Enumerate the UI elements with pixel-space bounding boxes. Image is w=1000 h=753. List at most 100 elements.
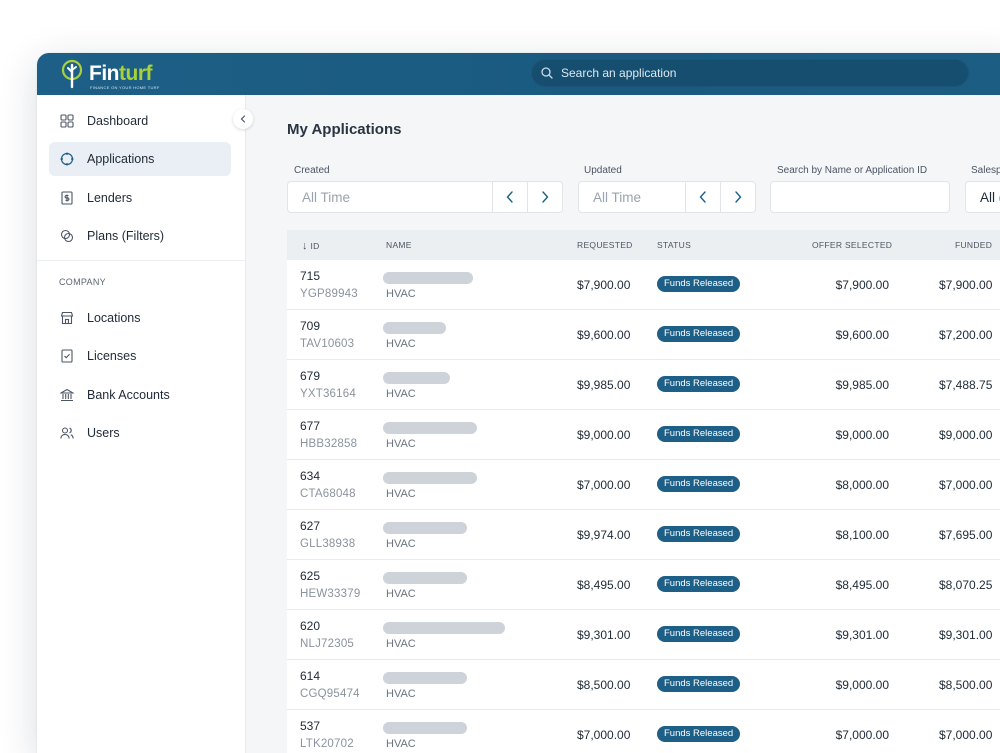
store-icon (59, 310, 75, 326)
column-header-offer-selected[interactable]: OFFER SELECTED (812, 240, 892, 250)
created-filter-value[interactable]: All Time (288, 190, 492, 205)
table-row[interactable]: 709 TAV10603 HVAC $9,600.00 Funds Releas… (287, 310, 1000, 360)
offer-selected-amount: $8,495.00 (835, 578, 889, 592)
application-id: 715 (300, 269, 321, 283)
logo-tagline: FINANCE ON YOUR HOME TURF (90, 85, 160, 90)
chevron-left-icon (699, 191, 706, 203)
status-badge: Funds Released (657, 476, 741, 492)
application-search-input[interactable]: Search an application (531, 59, 969, 87)
table-row[interactable]: 625 HEW33379 HVAC $8,495.00 Funds Releas… (287, 560, 1000, 610)
application-type: HVAC (386, 738, 416, 750)
redacted-name (383, 422, 477, 434)
chevron-left-icon (240, 115, 246, 123)
sidebar-item-label: Licenses (87, 349, 137, 363)
requested-amount: $9,600.00 (577, 328, 631, 342)
column-header-requested[interactable]: REQUESTED (577, 240, 633, 250)
status-badge: Funds Released (657, 526, 741, 542)
table-row[interactable]: 715 YGP89943 HVAC $7,900.00 Funds Releas… (287, 260, 1000, 310)
application-id: 620 (300, 619, 321, 633)
chevron-right-icon (735, 191, 742, 203)
updated-prev-button[interactable] (685, 182, 720, 212)
application-type: HVAC (386, 688, 416, 700)
sidebar-item-plans[interactable]: Plans (Filters) (49, 219, 231, 253)
application-type: HVAC (386, 438, 416, 450)
application-code: CGQ95474 (300, 688, 360, 700)
updated-next-button[interactable] (720, 182, 755, 212)
table-header: ↓ ID NAME REQUESTED STATUS OFFER SELECTE… (287, 230, 1000, 260)
funded-amount: $8,070.25 (939, 578, 993, 592)
funded-amount: $7,695.00 (939, 528, 993, 542)
redacted-name (383, 622, 505, 634)
table-row[interactable]: 620 NLJ72305 HVAC $9,301.00 Funds Releas… (287, 610, 1000, 660)
offer-selected-amount: $8,100.00 (835, 528, 889, 542)
status-badge: Funds Released (657, 276, 741, 292)
applications-table: ↓ ID NAME REQUESTED STATUS OFFER SELECTE… (287, 230, 1000, 753)
finturf-logo[interactable]: Finturf FINANCE ON YOUR HOME TURF (61, 59, 159, 90)
updated-filter-label: Updated (584, 165, 622, 176)
application-type: HVAC (386, 288, 416, 300)
created-next-button[interactable] (527, 182, 562, 212)
search-filter-label: Search by Name or Application ID (777, 165, 928, 176)
sidebar-item-label: Dashboard (87, 114, 149, 128)
table-row[interactable]: 634 CTA68048 HVAC $7,000.00 Funds Releas… (287, 460, 1000, 510)
table-row[interactable]: 614 CGQ95474 HVAC $8,500.00 Funds Releas… (287, 660, 1000, 710)
sidebar-item-label: Lenders (87, 191, 133, 205)
updated-filter-value[interactable]: All Time (579, 190, 685, 205)
column-header-name[interactable]: NAME (386, 240, 412, 250)
sidebar: Dashboard Applications Lenders Plans (Fi… (37, 95, 246, 753)
table-row[interactable]: 677 HBB32858 HVAC $9,000.00 Funds Releas… (287, 410, 1000, 460)
column-header-id[interactable]: ↓ ID (302, 240, 320, 252)
application-code: TAV10603 (300, 338, 355, 350)
dollar-doc-icon (59, 190, 75, 206)
column-header-funded[interactable]: FUNDED (955, 240, 992, 250)
sidebar-item-bank-accounts[interactable]: Bank Accounts (49, 378, 231, 412)
requested-amount: $8,500.00 (577, 678, 631, 692)
chevron-right-icon (542, 191, 549, 203)
application-code: HBB32858 (300, 438, 358, 450)
checklist-icon (59, 348, 75, 364)
application-id: 634 (300, 469, 321, 483)
offer-selected-amount: $8,000.00 (835, 478, 889, 492)
sidebar-item-lenders[interactable]: Lenders (49, 181, 231, 215)
column-header-status[interactable]: STATUS (657, 240, 691, 250)
sidebar-item-applications[interactable]: Applications (49, 142, 231, 176)
logo-wordmark: Finturf (89, 62, 153, 85)
application-code: NLJ72305 (300, 638, 355, 650)
status-badge: Funds Released (657, 426, 741, 442)
application-id: 679 (300, 369, 321, 383)
requested-amount: $9,985.00 (577, 378, 631, 392)
application-code: YXT36164 (300, 388, 356, 400)
created-filter: All Time (287, 181, 563, 213)
status-badge: Funds Released (657, 376, 741, 392)
sidebar-divider (37, 260, 245, 261)
application-id: 709 (300, 319, 321, 333)
status-badge: Funds Released (657, 626, 741, 642)
search-by-name-input[interactable] (770, 181, 950, 213)
salesperson-select[interactable]: All ( (965, 181, 1000, 213)
sidebar-item-licenses[interactable]: Licenses (49, 339, 231, 373)
table-row[interactable]: 537 LTK20702 HVAC $7,000.00 Funds Releas… (287, 710, 1000, 753)
sidebar-item-dashboard[interactable]: Dashboard (49, 104, 231, 138)
funded-amount: $8,500.00 (939, 678, 993, 692)
application-type: HVAC (386, 338, 416, 350)
sidebar-item-users[interactable]: Users (49, 416, 231, 450)
sidebar-section-label: COMPANY (59, 277, 106, 287)
sidebar-item-label: Applications (87, 152, 155, 166)
sidebar-item-label: Users (87, 426, 120, 440)
sidebar-item-label: Bank Accounts (87, 388, 170, 402)
redacted-name (383, 472, 477, 484)
sidebar-item-label: Locations (87, 311, 141, 325)
table-row[interactable]: 627 GLL38938 HVAC $9,974.00 Funds Releas… (287, 510, 1000, 560)
offer-selected-amount: $9,000.00 (835, 678, 889, 692)
funded-amount: $9,301.00 (939, 628, 993, 642)
table-row[interactable]: 679 YXT36164 HVAC $9,985.00 Funds Releas… (287, 360, 1000, 410)
offer-selected-amount: $9,301.00 (835, 628, 889, 642)
application-code: LTK20702 (300, 738, 354, 750)
offer-selected-amount: $9,600.00 (835, 328, 889, 342)
created-filter-label: Created (294, 165, 330, 176)
created-prev-button[interactable] (492, 182, 527, 212)
users-icon (59, 425, 75, 441)
redacted-name (383, 672, 467, 684)
collapse-sidebar-button[interactable] (233, 109, 253, 129)
sidebar-item-locations[interactable]: Locations (49, 301, 231, 335)
